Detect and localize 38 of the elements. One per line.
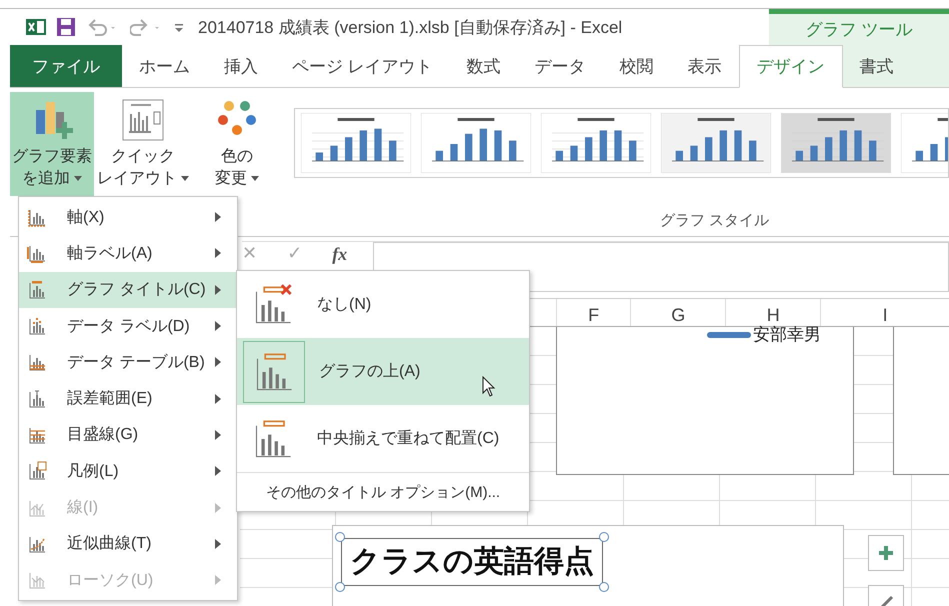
submenu-item[interactable]: グラフの上(A) [237, 338, 529, 405]
ribbon-button[interactable]: 色の 変更 [192, 92, 282, 196]
ribbon-tab[interactable]: デザイン [738, 45, 843, 88]
insert-function-button[interactable]: fx [332, 244, 348, 264]
column-header[interactable]: G [630, 299, 726, 326]
column-header[interactable]: I [820, 299, 949, 326]
more-options-item[interactable]: その他のタイトル オプション(M)... [237, 472, 529, 511]
menu-item[interactable]: データ テーブル(B) [19, 344, 237, 380]
ribbon-tab[interactable]: 表示 [670, 45, 739, 87]
chart-area[interactable]: クラスの英語得点 [332, 525, 844, 606]
menu-item[interactable]: 近似曲線(T) [19, 526, 237, 562]
menu-item[interactable]: 誤差範囲(E) [19, 380, 237, 417]
ribbon-tab[interactable]: 挿入 [207, 45, 275, 87]
ribbon-tab[interactable]: ページ レイアウト [275, 45, 450, 87]
group-label: グラフ スタイル [660, 211, 770, 230]
ribbon-tab[interactable]: データ [518, 45, 603, 87]
menu-item[interactable]: グラフ タイトル(C) [19, 272, 237, 308]
ribbon-tab[interactable]: 校閲 [602, 45, 671, 87]
legend-entry: 安部幸男 [753, 324, 821, 346]
ribbon-tab[interactable]: 数式 [450, 45, 518, 87]
window-title: 20140718 成績表 (version 1).xlsb [自動保存済み] - Excel [198, 16, 622, 38]
menu-item[interactable]: 凡例(L) [19, 453, 237, 490]
submenu-item[interactable]: 中央揃えで重ねて配置(C) [237, 405, 529, 472]
menu-item[interactable]: 軸ラベル(A) [19, 235, 237, 272]
ribbon-button[interactable]: グラフ要素 を追加 [10, 92, 94, 196]
ribbon-tab[interactable]: 書式 [842, 45, 911, 87]
ribbon-tab[interactable]: ファイル [10, 45, 122, 87]
menu-item[interactable]: データ ラベル(D) [19, 308, 237, 344]
menu-item[interactable]: 目盛線(G) [19, 416, 237, 454]
submenu-item[interactable]: なし(N) [237, 271, 529, 338]
context-tab-group: グラフ ツール [769, 9, 949, 45]
ribbon-tab[interactable]: ホーム [122, 45, 207, 87]
chart-area[interactable]: 安部幸男 [556, 327, 854, 475]
ribbon-button[interactable]: クイック レイアウト [98, 92, 188, 196]
menu-item[interactable]: 軸(X) [19, 199, 237, 236]
chart-title[interactable]: クラスの英語得点 [341, 538, 603, 586]
column-header[interactable]: F [556, 299, 630, 326]
column-header[interactable]: H [725, 299, 820, 326]
